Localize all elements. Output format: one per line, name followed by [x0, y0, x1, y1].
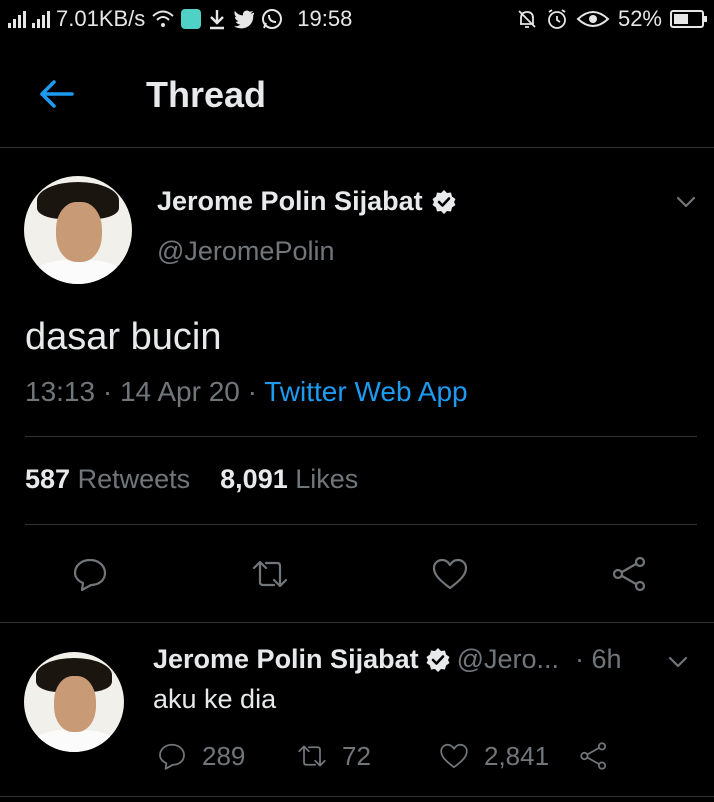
status-bar: 7.01KB/s 19:58 52% [0, 0, 714, 38]
back-arrow-icon[interactable] [34, 74, 78, 114]
author-name-text[interactable]: Jerome Polin Sijabat [157, 186, 423, 217]
divider [25, 436, 697, 437]
status-left: 7.01KB/s 19:58 [8, 6, 352, 32]
download-icon [210, 10, 225, 30]
like-icon[interactable] [438, 740, 470, 772]
reply-author-handle[interactable]: @Jero... [457, 644, 559, 675]
reply-action-like[interactable]: 2,841 [438, 740, 549, 772]
signal-icon [8, 10, 26, 28]
network-speed: 7.01KB/s [56, 6, 146, 31]
tweet-stats: 587 Retweets 8,091 Likes [25, 464, 358, 495]
author-name[interactable]: Jerome Polin Sijabat [157, 186, 457, 217]
reply-action-retweet[interactable]: 72 [296, 740, 371, 772]
likes-stat[interactable]: 8,091 Likes [220, 464, 358, 494]
status-right: 52% [516, 6, 707, 32]
divider [0, 796, 714, 797]
tweet-meta: 13:13 · 14 Apr 20 · Twitter Web App [25, 376, 468, 407]
retweet-icon[interactable] [296, 740, 328, 772]
avatar[interactable] [24, 652, 124, 752]
divider [0, 622, 714, 623]
reply-icon[interactable] [156, 740, 188, 772]
reply-icon[interactable] [70, 554, 110, 594]
signal-icon-2 [32, 10, 50, 28]
wifi-icon [152, 10, 174, 27]
tweet-time: 13:13 [25, 376, 96, 407]
page-title: Thread [146, 74, 267, 115]
reply-retweets-count: 72 [342, 740, 371, 771]
tweet-source-link[interactable]: Twitter Web App [264, 376, 467, 407]
whatsapp-icon [262, 9, 283, 29]
reply-text: aku ke dia [153, 684, 277, 714]
share-icon[interactable] [578, 740, 610, 772]
chevron-down-icon[interactable] [666, 650, 690, 674]
thread-header: Thread [0, 40, 714, 148]
reply-action-share[interactable] [578, 740, 610, 772]
twitter-bird-icon [234, 10, 255, 29]
eye-icon [576, 11, 610, 27]
like-icon[interactable] [430, 554, 470, 594]
tweet-date: 14 Apr 20 [119, 376, 240, 407]
battery-icon [670, 10, 707, 28]
chevron-down-icon[interactable] [674, 190, 698, 214]
battery-percent: 52% [617, 6, 662, 31]
retweet-icon[interactable] [250, 554, 290, 594]
likes-count: 8,091 [220, 464, 288, 494]
retweets-label: Retweets [77, 464, 191, 494]
retweets-stat[interactable]: 587 Retweets [25, 464, 190, 494]
author-handle[interactable]: @JeromePolin [157, 236, 334, 267]
alarm-icon [548, 9, 566, 29]
reply-action-reply[interactable]: 289 [156, 740, 245, 772]
verified-badge-icon [426, 647, 450, 672]
retweets-count: 587 [25, 464, 71, 494]
clock-time: 19:58 [297, 6, 353, 31]
reply-likes-count: 2,841 [484, 740, 550, 771]
share-icon[interactable] [610, 554, 650, 594]
reply-replies-count: 289 [202, 740, 246, 771]
likes-label: Likes [295, 464, 359, 494]
avatar[interactable] [24, 176, 132, 284]
tweet-text: dasar bucin [25, 316, 222, 358]
app-notification-icon [181, 9, 202, 29]
reply-header: Jerome Polin Sijabat @Jero... · 6h [153, 644, 622, 675]
divider [25, 524, 697, 525]
verified-badge-icon [432, 189, 456, 214]
reply-time: · 6h [575, 644, 622, 674]
notifications-off-icon [518, 10, 536, 28]
reply-author-name[interactable]: Jerome Polin Sijabat [153, 644, 419, 675]
